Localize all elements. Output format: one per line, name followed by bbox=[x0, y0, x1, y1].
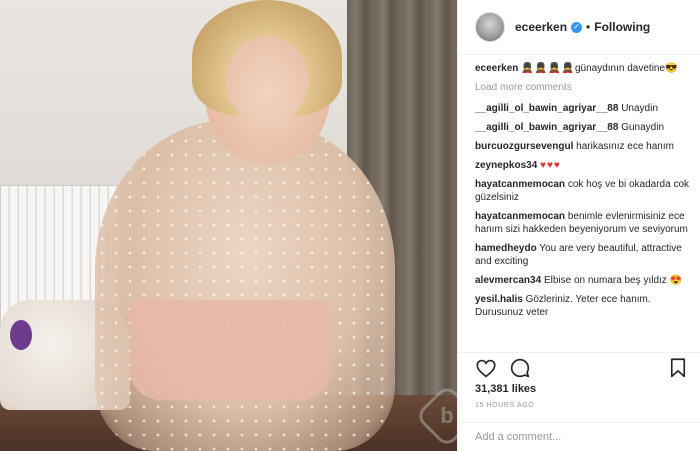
heart-icon-svg bbox=[476, 359, 496, 377]
watermark-letter: b bbox=[440, 403, 454, 428]
bookmark-icon-svg bbox=[670, 358, 686, 378]
verified-check: ✓ bbox=[573, 22, 580, 31]
dress-lining bbox=[130, 300, 330, 400]
bookmark-icon[interactable] bbox=[667, 357, 689, 379]
comment-item: alevmercan34 Elbise on numara beş yıldız… bbox=[475, 274, 689, 287]
caption: eceerken 💂💂💂💂günaydının davetine😎 bbox=[475, 62, 689, 75]
comment-text: Unaydin bbox=[621, 103, 658, 114]
comment-item: hamedheydo You are very beautiful, attra… bbox=[475, 242, 689, 268]
comment-text: Gunaydin bbox=[621, 122, 665, 133]
comment-item: __agilli_ol_bawin_agriyar__88 Unaydin bbox=[475, 102, 689, 115]
comment-item: hayatcanmemocan cok hoş ve bi okadarda c… bbox=[475, 178, 689, 204]
caption-text: günaydının davetine😎 bbox=[574, 63, 678, 74]
post-actions: 31,381 likes 15 HOURS AGO bbox=[458, 352, 700, 409]
comment-username[interactable]: __agilli_ol_bawin_agriyar__88 bbox=[475, 103, 618, 114]
load-more-comments-link[interactable]: Load more comments bbox=[475, 81, 689, 94]
header-username[interactable]: eceerken bbox=[515, 20, 567, 34]
comment-item: zeynepkos34 ♥♥♥ bbox=[475, 159, 689, 172]
following-button[interactable]: Following bbox=[594, 20, 650, 34]
verified-badge-icon: ✓ bbox=[571, 21, 583, 33]
comment-text: Elbise on numara beş yıldız 😍 bbox=[543, 275, 683, 286]
comment-username[interactable]: zeynepkos34 bbox=[475, 160, 537, 171]
comment-text: harikasınız ece hanım bbox=[576, 141, 674, 152]
heart-icon[interactable] bbox=[475, 357, 497, 379]
sparkle-dress bbox=[95, 120, 395, 451]
comment-text: ♥♥♥ bbox=[540, 160, 561, 171]
comment-username[interactable]: hamedheydo bbox=[475, 243, 537, 254]
comment-item: burcuozgursevengul harikasınız ece hanım bbox=[475, 140, 689, 153]
comment-username[interactable]: __agilli_ol_bawin_agriyar__88 bbox=[475, 122, 618, 133]
comment-username[interactable]: hayatcanmemocan bbox=[475, 211, 565, 222]
post-timestamp[interactable]: 15 HOURS AGO bbox=[475, 402, 689, 409]
comment-item: yesil.halis Gözleriniz. Yeter ece hanım.… bbox=[475, 293, 689, 319]
post-sidebar: eceerken ✓ • Following eceerken 💂💂💂💂güna… bbox=[457, 0, 700, 451]
braided-hair bbox=[192, 0, 342, 115]
add-comment-bar bbox=[458, 422, 700, 451]
likes-count[interactable]: 31,381 likes bbox=[475, 383, 689, 395]
avatar[interactable] bbox=[475, 12, 505, 42]
comment-icon[interactable] bbox=[509, 357, 531, 379]
comment-username[interactable]: alevmercan34 bbox=[475, 275, 541, 286]
comment-icon-svg bbox=[510, 358, 530, 378]
comment-item: __agilli_ol_bawin_agriyar__88 Gunaydin bbox=[475, 121, 689, 134]
add-comment-input[interactable] bbox=[475, 431, 689, 443]
comment-username[interactable]: hayatcanmemocan bbox=[475, 179, 565, 190]
comment-username[interactable]: burcuozgursevengul bbox=[475, 141, 573, 152]
post-header: eceerken ✓ • Following bbox=[458, 0, 700, 55]
action-icons-row bbox=[475, 353, 689, 383]
post-photo[interactable]: b bbox=[0, 0, 457, 451]
comments-list[interactable]: eceerken 💂💂💂💂günaydının davetine😎 Load m… bbox=[458, 62, 700, 350]
caption-username[interactable]: eceerken bbox=[475, 63, 518, 74]
comment-item: hayatcanmemocan benimle evlenirmisiniz e… bbox=[475, 210, 689, 236]
caption-emoji: 💂💂💂💂 bbox=[521, 63, 575, 74]
separator-dot: • bbox=[586, 20, 591, 34]
comment-username[interactable]: yesil.halis bbox=[475, 294, 523, 305]
